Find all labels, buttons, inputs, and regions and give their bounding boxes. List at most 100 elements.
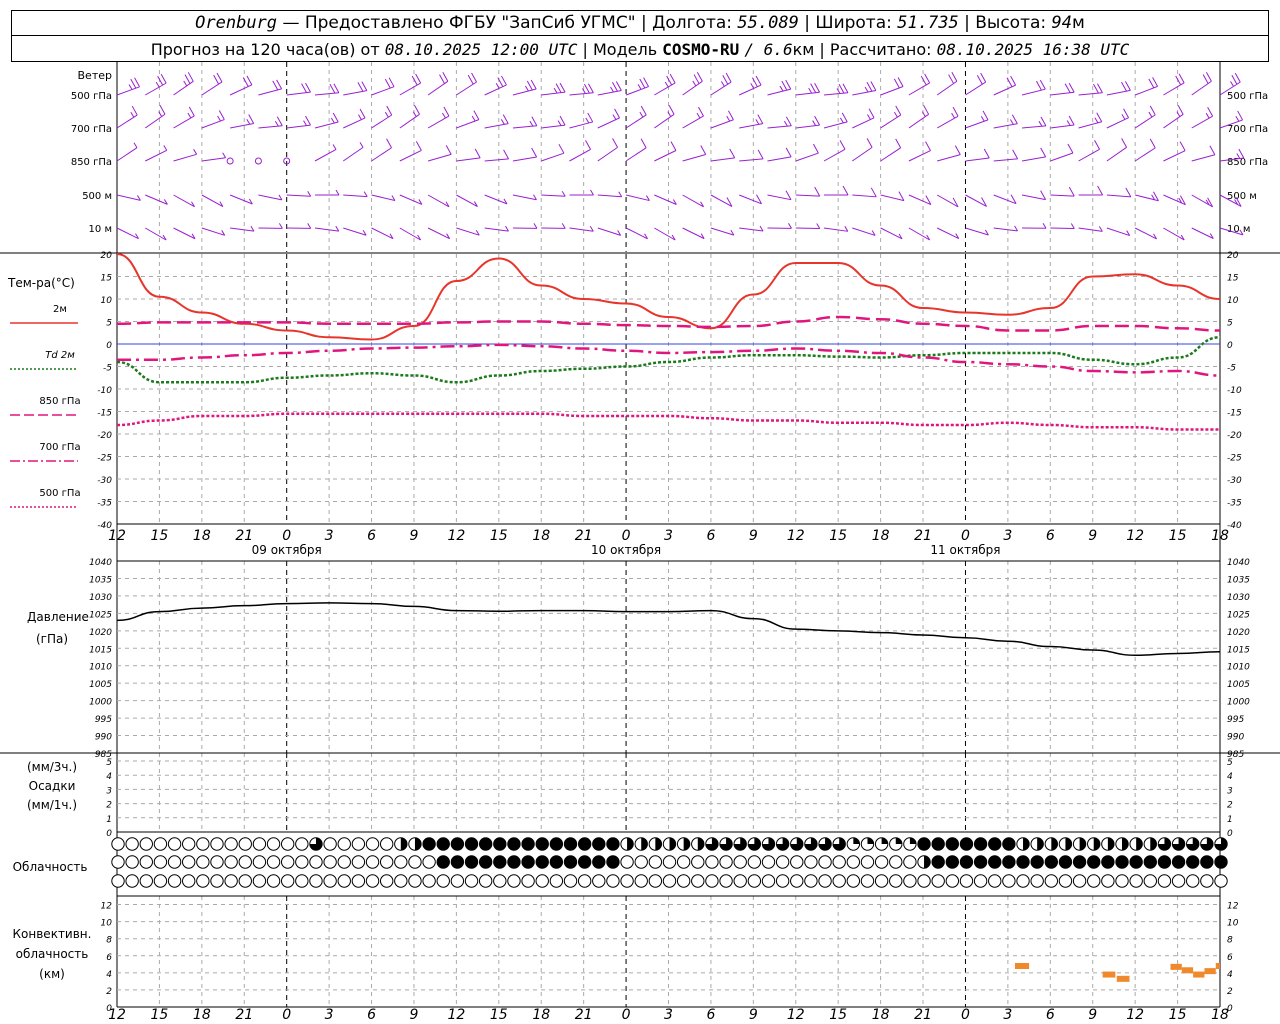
wind-barb bbox=[226, 157, 234, 165]
cloud-symbol bbox=[691, 837, 705, 851]
wind-barb bbox=[767, 190, 792, 201]
cloud-symbol bbox=[917, 874, 931, 888]
hour-tick-label-bottom: 9 bbox=[410, 1007, 419, 1023]
cloud-symbol bbox=[295, 837, 309, 851]
cloud-symbol bbox=[1030, 855, 1044, 869]
wind-barb bbox=[1050, 223, 1075, 229]
conv-cloud-segment bbox=[1170, 963, 1182, 970]
cloud-symbol bbox=[719, 874, 733, 888]
temp-tick-right: -30 bbox=[1227, 476, 1242, 486]
precip-tick-right: 1 bbox=[1227, 815, 1233, 825]
precip-tick-right: 4 bbox=[1227, 772, 1233, 782]
cloud-symbol bbox=[606, 874, 620, 888]
wind-barb bbox=[1078, 83, 1103, 96]
cloud-symbol bbox=[280, 837, 295, 851]
cloud-symbol bbox=[408, 855, 422, 869]
pressure-tick-left: 1030 bbox=[89, 593, 112, 603]
cloud-symbol bbox=[1087, 855, 1101, 869]
pressure-tick-left: 1035 bbox=[89, 575, 112, 585]
cloud-symbol bbox=[1058, 837, 1073, 851]
cloud-symbol bbox=[931, 837, 945, 851]
pressure-tick-right: 1010 bbox=[1227, 663, 1250, 673]
cloud-symbol bbox=[1016, 874, 1030, 888]
wind-barb bbox=[456, 72, 477, 96]
cloud-symbol bbox=[535, 855, 549, 869]
conv-tick-right: 6 bbox=[1227, 953, 1233, 963]
hour-tick-label: 21 bbox=[914, 528, 932, 544]
wind-barb bbox=[569, 189, 594, 196]
wind-barb bbox=[1191, 194, 1214, 208]
wind-barb bbox=[597, 81, 622, 96]
cloud-symbol bbox=[535, 874, 549, 888]
cloud-symbol bbox=[563, 855, 578, 869]
wind-barb bbox=[258, 194, 283, 201]
wind-barb bbox=[965, 148, 990, 162]
cloud-symbol bbox=[111, 874, 125, 888]
wind-barb bbox=[173, 72, 194, 96]
conv-cloud-segment bbox=[1193, 971, 1205, 978]
wind-panel-title: Ветер bbox=[78, 69, 112, 82]
wind-barb bbox=[399, 105, 420, 129]
cloud-symbol bbox=[648, 837, 663, 851]
wind-barb bbox=[314, 83, 340, 96]
conv-cloud-segment bbox=[1181, 967, 1194, 974]
cloud-symbol bbox=[1058, 874, 1073, 888]
wind-barb bbox=[993, 225, 1018, 232]
cloud-symbol bbox=[295, 855, 309, 869]
cloud-symbol bbox=[266, 874, 281, 888]
hour-tick-label-bottom: 12 bbox=[787, 1007, 805, 1023]
precip-tick-left: 5 bbox=[106, 758, 112, 768]
cloud-symbol bbox=[1101, 874, 1115, 888]
pressure-tick-right: 1005 bbox=[1227, 680, 1250, 690]
cloud-symbol bbox=[676, 837, 691, 851]
hour-tick-label-bottom: 6 bbox=[367, 1007, 376, 1023]
wind-barb bbox=[880, 77, 904, 96]
cloud-symbol bbox=[860, 855, 875, 869]
cloud-symbol bbox=[478, 855, 493, 869]
temp-tick-right: -35 bbox=[1227, 499, 1242, 509]
cloud-symbol bbox=[224, 837, 238, 851]
cloud-symbol bbox=[747, 837, 762, 851]
cloud-symbol bbox=[351, 855, 366, 869]
cloud-symbol bbox=[860, 837, 875, 851]
wind-barb bbox=[654, 194, 677, 205]
hour-tick-label: 9 bbox=[1088, 528, 1097, 544]
temp-legend-label: 850 гПа bbox=[39, 396, 80, 407]
precip-tick-left: 4 bbox=[106, 772, 112, 782]
wind-barb bbox=[965, 194, 987, 207]
cloud-symbol bbox=[945, 837, 960, 851]
date-label: 09 октября bbox=[252, 543, 322, 557]
conv-tick-right: 4 bbox=[1227, 970, 1233, 980]
cloud-symbol bbox=[577, 855, 592, 869]
wind-barb bbox=[144, 105, 166, 129]
cloud-symbol bbox=[1115, 855, 1129, 869]
wind-level-label-right: 500 гПа bbox=[1227, 91, 1268, 102]
wind-barb bbox=[739, 194, 762, 205]
temp-legend-label: 2м bbox=[53, 304, 67, 315]
wind-barb bbox=[1078, 112, 1103, 129]
wind-barb bbox=[908, 194, 932, 206]
cloud-symbol bbox=[450, 837, 465, 851]
cloud-symbol bbox=[196, 837, 210, 851]
wind-barb bbox=[399, 194, 423, 205]
conv-tick-right: 0 bbox=[1227, 1004, 1233, 1014]
cloud-symbol bbox=[379, 874, 394, 888]
wind-barb bbox=[201, 152, 227, 162]
wind-barb bbox=[173, 149, 198, 162]
wind-barb bbox=[569, 225, 594, 232]
precip-tick-left: 3 bbox=[106, 786, 112, 796]
cloud-symbol bbox=[620, 837, 634, 851]
cloud-symbol bbox=[747, 855, 762, 869]
wind-level-label-left: 500 гПа bbox=[71, 91, 112, 102]
wind-barb bbox=[484, 149, 510, 162]
hour-tick-label: 15 bbox=[829, 528, 847, 544]
cloud-symbol bbox=[464, 874, 479, 888]
cloud-symbol bbox=[1157, 874, 1172, 888]
wind-barb bbox=[1191, 72, 1212, 96]
wind-barb bbox=[880, 227, 903, 240]
cloud-symbol bbox=[238, 874, 252, 888]
cloud-symbol bbox=[1044, 837, 1059, 851]
precip-unit-1h: (мм/1ч.) bbox=[27, 798, 77, 812]
wind-barb bbox=[965, 72, 987, 96]
cloud-symbol bbox=[153, 837, 168, 851]
